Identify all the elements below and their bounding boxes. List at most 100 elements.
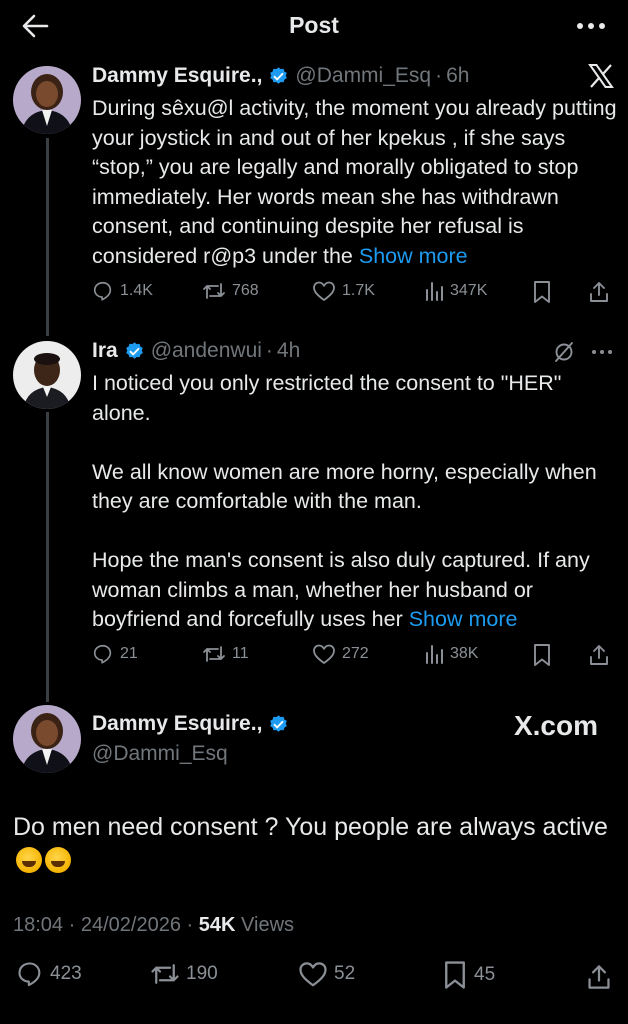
separator: ·	[435, 64, 443, 87]
bookmark-button[interactable]: 45	[442, 960, 495, 990]
thread-line	[46, 138, 49, 336]
author-handle[interactable]: @Dammi_Esq	[92, 742, 228, 766]
repost-button[interactable]: 190	[150, 960, 218, 988]
like-button[interactable]: 52	[298, 960, 355, 988]
tweet-paragraph: We all know women are more horny, especi…	[92, 459, 597, 514]
tweet-paragraph: I noticed you only restricted the consen…	[92, 371, 562, 425]
show-more-link[interactable]: Show more	[359, 244, 468, 268]
tweet-text-content: During sêxu@l activity, the moment you a…	[92, 96, 617, 268]
reply-button[interactable]: 1.4K	[92, 280, 153, 302]
reply-icon	[93, 644, 112, 664]
tweet-meta: 18:04 · 24/02/2026 · 54K Views	[13, 914, 294, 937]
repost-count: 11	[232, 645, 249, 662]
reply-icon	[18, 962, 41, 987]
page-title: Post	[289, 12, 339, 38]
author-name[interactable]: Dammy Esquire.,	[92, 64, 262, 88]
like-button[interactable]: 272	[312, 643, 369, 665]
tweet-header: Dammy Esquire., @Dammi_Esq · 6h	[92, 64, 469, 88]
timestamp[interactable]: 6h	[446, 64, 469, 88]
rofl-emoji-icon	[16, 847, 42, 873]
post-time[interactable]: 18:04	[13, 914, 63, 936]
verified-badge-icon	[268, 66, 289, 87]
share-icon	[588, 965, 610, 989]
like-count: 52	[334, 963, 356, 984]
author-name[interactable]: Dammy Esquire.,	[92, 712, 262, 736]
bookmark-icon	[534, 281, 550, 303]
tweet-actions: 1.4K 768 1.7K 347K	[92, 280, 628, 308]
verified-badge-icon	[124, 341, 145, 362]
share-button[interactable]	[588, 643, 610, 672]
repost-button[interactable]: 11	[202, 643, 249, 665]
grok-icon[interactable]	[552, 340, 576, 369]
tweet-more-button[interactable]	[590, 340, 614, 369]
reply-button[interactable]: 423	[16, 960, 82, 988]
top-bar: Post	[0, 0, 628, 52]
repost-count: 768	[232, 282, 259, 299]
avatar[interactable]	[13, 341, 81, 409]
like-count: 1.7K	[342, 282, 375, 299]
tweet-header: Ira @andenwui · 4h	[92, 339, 300, 363]
repost-button[interactable]: 768	[202, 280, 259, 302]
heart-icon	[313, 281, 335, 301]
views-count: 38K	[450, 645, 479, 662]
separator: ·	[265, 339, 273, 362]
views-label: Views	[241, 914, 295, 936]
views-chart-icon	[426, 282, 443, 301]
xcom-text: X.com	[513, 710, 598, 741]
reply-button[interactable]: 21	[92, 643, 138, 665]
avatar[interactable]	[13, 705, 81, 773]
reply-icon	[93, 281, 112, 301]
share-button[interactable]	[586, 962, 612, 997]
author-handle[interactable]: @Dammi_Esq	[295, 64, 431, 88]
profile-photo-icon	[13, 341, 81, 409]
bookmark-count: 45	[474, 964, 496, 985]
main-tweet-text: Do men need consent ? You people are alw…	[13, 810, 613, 878]
views-chart-icon	[426, 645, 443, 664]
share-button[interactable]	[588, 280, 610, 309]
tweet-paragraph-wrap: Hope the man's consent is also duly capt…	[92, 546, 612, 635]
tweet-actions: 21 11 272 38K	[92, 643, 628, 671]
main-tweet-actions: 423 190 52 45	[0, 960, 628, 996]
profile-photo-icon	[13, 66, 81, 134]
separator: ·	[186, 914, 194, 936]
views-count: 54K	[198, 914, 236, 936]
bookmark-button[interactable]	[532, 643, 552, 672]
share-icon	[590, 282, 608, 302]
x-logo-icon	[588, 64, 614, 93]
heart-icon	[299, 962, 327, 987]
tweet-text: I noticed you only restricted the consen…	[92, 369, 612, 635]
repost-icon	[203, 646, 225, 662]
heart-icon	[313, 644, 335, 664]
separator: ·	[68, 914, 76, 936]
bookmark-icon	[534, 644, 550, 666]
main-author-row: Dammy Esquire.,	[92, 712, 295, 736]
more-horizontal-icon	[592, 350, 612, 354]
views-button[interactable]: 347K	[424, 280, 487, 302]
like-button[interactable]: 1.7K	[312, 280, 375, 302]
repost-count: 190	[186, 963, 218, 984]
more-horizontal-icon	[577, 23, 605, 29]
main-tweet-text-content: Do men need consent ? You people are alw…	[13, 813, 608, 841]
views-button[interactable]: 38K	[424, 643, 478, 665]
tweet-text: During sêxu@l activity, the moment you a…	[92, 94, 618, 271]
more-button[interactable]	[574, 12, 608, 40]
like-count: 272	[342, 645, 369, 662]
avatar[interactable]	[13, 66, 81, 134]
author-handle[interactable]: @andenwui	[151, 339, 262, 363]
bookmark-icon	[445, 961, 465, 989]
show-more-link[interactable]: Show more	[409, 607, 518, 631]
share-icon	[590, 645, 608, 665]
reply-count: 423	[50, 963, 82, 984]
author-name[interactable]: Ira	[92, 339, 118, 363]
repost-icon	[151, 964, 179, 984]
post-date[interactable]: 24/02/2026	[81, 914, 181, 936]
reply-count: 21	[120, 645, 138, 662]
reply-count: 1.4K	[120, 282, 153, 299]
bookmark-button[interactable]	[532, 280, 552, 309]
repost-icon	[203, 283, 225, 299]
x-brand-watermark: X.com	[514, 710, 598, 742]
thread-line	[46, 412, 49, 702]
verified-badge-icon	[268, 714, 289, 735]
views-count: 347K	[450, 282, 488, 299]
timestamp[interactable]: 4h	[277, 339, 300, 363]
